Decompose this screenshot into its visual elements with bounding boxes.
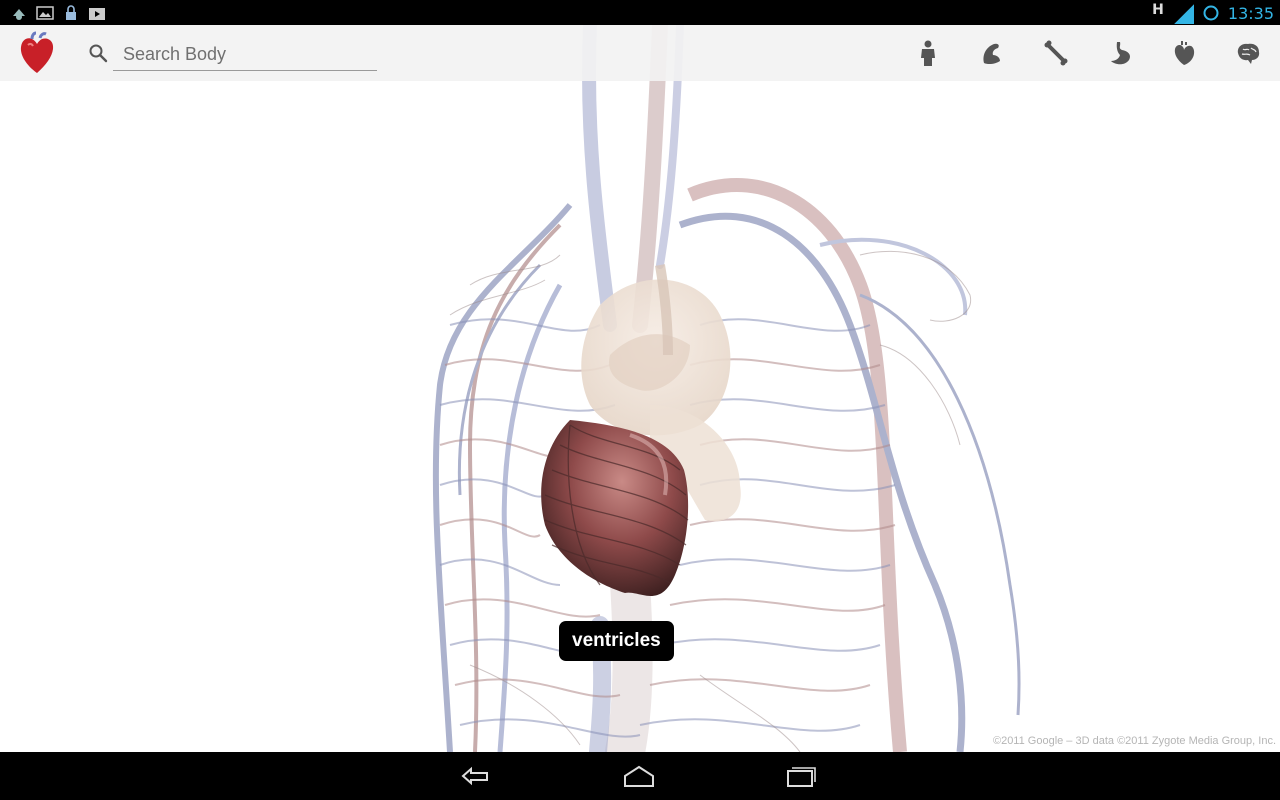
part-label-tooltip: ventricles xyxy=(559,621,674,661)
back-icon xyxy=(461,766,488,786)
body-icon xyxy=(921,40,935,66)
home-button[interactable] xyxy=(615,762,663,790)
heart-app-icon[interactable] xyxy=(18,31,56,75)
nervous-layer-button[interactable] xyxy=(1230,35,1266,71)
muscle-layer-button[interactable] xyxy=(974,35,1010,71)
stomach-icon xyxy=(1111,42,1131,65)
copyright-notice: ©2011 Google – 3D data ©2011 Zygote Medi… xyxy=(992,735,1276,747)
image-icon xyxy=(36,6,54,20)
skeleton-layer-button[interactable] xyxy=(1038,35,1074,71)
skin-layer-button[interactable] xyxy=(910,35,946,71)
home-icon xyxy=(624,765,654,787)
back-button[interactable] xyxy=(452,762,500,790)
circulatory-layer-button[interactable] xyxy=(1166,35,1202,71)
usb-debug-icon xyxy=(13,9,25,20)
bone-icon xyxy=(1044,40,1068,66)
signal-icon xyxy=(1174,4,1194,24)
muscle-icon xyxy=(983,43,1000,65)
action-bar xyxy=(0,25,1280,81)
media-icon xyxy=(89,8,105,20)
heart-icon xyxy=(1174,41,1195,65)
organs-layer-button[interactable] xyxy=(1102,35,1138,71)
recent-apps-icon xyxy=(787,767,816,787)
search-box[interactable] xyxy=(88,39,378,73)
navigation-bar xyxy=(0,752,1280,800)
lock-icon xyxy=(66,5,76,20)
network-type: H xyxy=(1152,2,1164,18)
clock: 13:35 xyxy=(1227,3,1274,23)
status-bar: H 13:35 xyxy=(0,0,1280,25)
recent-apps-button[interactable] xyxy=(777,762,825,790)
brain-icon xyxy=(1237,43,1260,64)
search-icon xyxy=(89,44,108,63)
sync-icon xyxy=(1203,5,1219,21)
search-input[interactable] xyxy=(113,39,377,71)
